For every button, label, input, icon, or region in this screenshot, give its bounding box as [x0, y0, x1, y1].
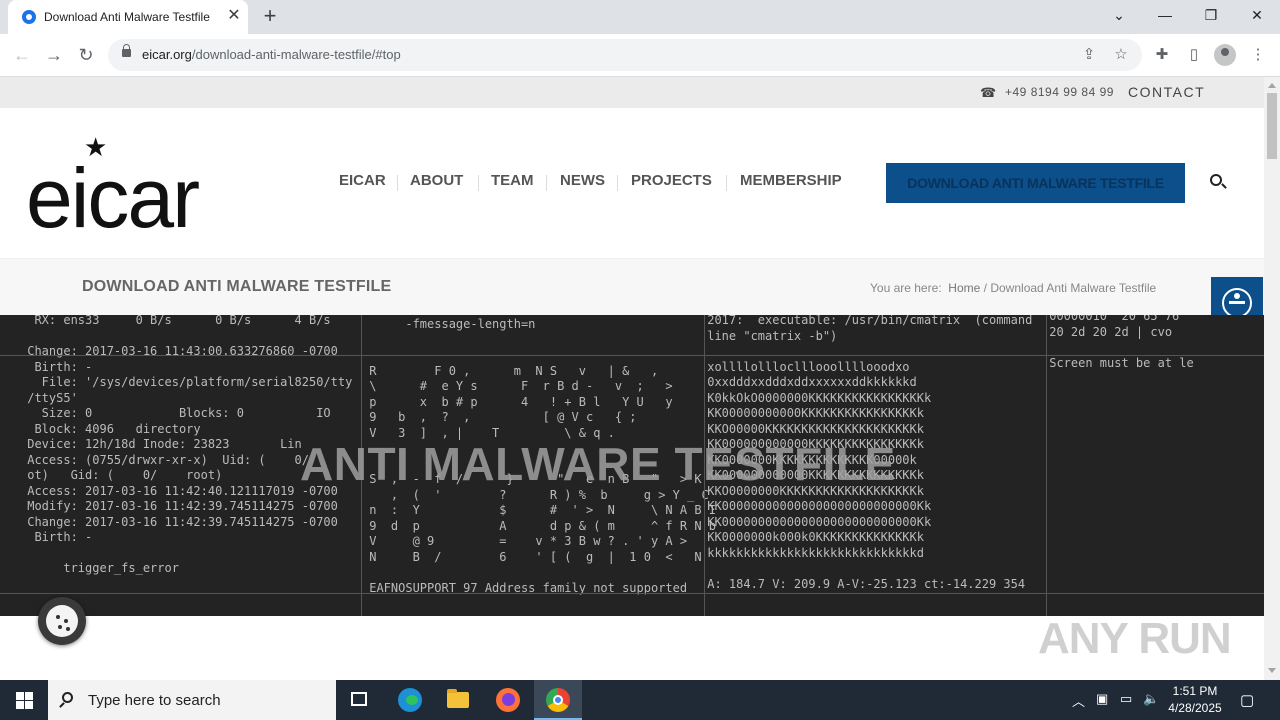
nav-divider — [478, 175, 479, 191]
taskbar-search-placeholder: Type here to search — [88, 692, 221, 709]
nav-divider — [726, 175, 727, 191]
scroll-down-icon[interactable] — [1268, 668, 1276, 673]
scroll-up-icon[interactable] — [1268, 83, 1276, 88]
side-panel-icon[interactable]: ▯ — [1182, 43, 1206, 67]
breadcrumb-home-link[interactable]: Home — [948, 281, 980, 295]
windows-taskbar: Type here to search ︿ ▣ ▭ 🔈 1:51 PM 4/28… — [0, 680, 1280, 720]
top-contact-bar: ☎ +49 8194 99 84 99 CONTACT — [0, 77, 1264, 108]
breadcrumb-current: Download Anti Malware Testfile — [990, 281, 1157, 295]
url-path: /download-anti-malware-testfile/#top — [191, 47, 401, 62]
bookmark-star-icon[interactable]: ☆ — [1112, 46, 1130, 64]
browser-tab[interactable]: Download Anti Malware Testfile ✕ — [8, 0, 248, 34]
site-logo[interactable]: eicar — [26, 150, 200, 247]
share-icon[interactable]: ⇪ — [1080, 46, 1098, 64]
anyrun-watermark: ANY RUN — [1038, 614, 1232, 663]
volume-icon[interactable]: 🔈 — [1143, 691, 1159, 707]
restore-button[interactable]: ❐ — [1188, 0, 1234, 30]
terminal-divider — [1046, 315, 1047, 616]
windows-start-icon[interactable] — [0, 680, 48, 720]
taskbar-clock[interactable]: 1:51 PM 4/28/2025 — [1160, 683, 1230, 717]
tab-title: Download Anti Malware Testfile — [44, 10, 210, 24]
phone-icon: ☎ — [980, 85, 997, 100]
site-header: ★ eicar EICAR ABOUT TEAM NEWS PROJECTS M… — [0, 108, 1264, 258]
tab-strip: Download Anti Malware Testfile ✕ + ⌄ — ❐… — [0, 0, 1280, 34]
nav-divider — [397, 175, 398, 191]
nav-about[interactable]: ABOUT — [410, 172, 463, 189]
breadcrumb-prefix: You are here: — [870, 281, 942, 295]
download-testfile-button[interactable]: DOWNLOAD ANTI MALWARE TESTFILE — [886, 163, 1185, 203]
url-text: eicar.org/download-anti-malware-testfile… — [142, 47, 401, 62]
browser-toolbar: ← → ↻ eicar.org/download-anti-malware-te… — [0, 34, 1280, 77]
search-icon[interactable] — [1210, 174, 1222, 186]
web-page: ☎ +49 8194 99 84 99 CONTACT ★ eicar EICA… — [0, 77, 1264, 680]
nav-membership[interactable]: MEMBERSHIP — [740, 172, 842, 189]
reload-icon[interactable]: ↻ — [74, 43, 98, 67]
tab-search-icon[interactable]: ⌄ — [1096, 0, 1142, 30]
cookie-settings-icon[interactable] — [38, 597, 86, 645]
close-window-button[interactable]: ✕ — [1234, 0, 1280, 30]
extensions-puzzle-icon[interactable]: ✚ — [1150, 43, 1174, 67]
chrome-menu-icon[interactable]: ⋮ — [1246, 43, 1270, 67]
terminal-divider — [0, 593, 1264, 594]
taskbar-search-icon — [62, 692, 73, 703]
file-explorer-icon[interactable] — [434, 680, 482, 720]
terminal-divider — [0, 355, 1264, 356]
phone-number[interactable]: +49 8194 99 84 99 — [1005, 85, 1114, 99]
address-bar[interactable]: eicar.org/download-anti-malware-testfile… — [108, 39, 1142, 71]
cookie-crumbs — [56, 615, 60, 619]
site-favicon-icon — [22, 10, 36, 24]
tab-close-icon[interactable]: ✕ — [224, 6, 244, 26]
nav-team[interactable]: TEAM — [491, 172, 534, 189]
network-device-icon[interactable]: ▣ — [1096, 691, 1108, 707]
terminal-text-far-right: 00000010 20 65 76 20 2d 20 2d | cvo Scre… — [1049, 315, 1194, 370]
firefox-icon[interactable] — [484, 680, 532, 720]
nav-projects[interactable]: PROJECTS — [631, 172, 712, 189]
nav-eicar[interactable]: EICAR — [339, 172, 386, 189]
contact-link[interactable]: CONTACT — [1128, 84, 1205, 100]
lock-icon[interactable] — [122, 44, 131, 57]
notifications-icon[interactable]: ▢ — [1240, 691, 1254, 709]
page-title: DOWNLOAD ANTI MALWARE TESTFILE — [82, 278, 392, 295]
edge-icon[interactable] — [386, 680, 434, 720]
breadcrumb-separator: / — [983, 281, 987, 295]
page-title-bar: DOWNLOAD ANTI MALWARE TESTFILE You are h… — [0, 258, 1264, 316]
new-tab-button[interactable]: + — [258, 5, 282, 29]
network-icon[interactable]: ▭ — [1120, 691, 1132, 707]
forward-arrow-icon[interactable]: → — [42, 43, 66, 67]
nav-divider — [617, 175, 618, 191]
hero-title: ANTI MALWARE TESTFILE — [300, 438, 896, 490]
profile-avatar-icon[interactable] — [1214, 44, 1236, 66]
task-view-icon[interactable] — [336, 680, 384, 720]
minimize-button[interactable]: — — [1142, 0, 1188, 30]
hero-banner: RX: ens33 0 B/s 0 B/s 4 B/s Change: 2017… — [0, 315, 1264, 616]
url-host: eicar.org — [142, 47, 192, 62]
back-arrow-icon[interactable]: ← — [10, 43, 34, 67]
nav-news[interactable]: NEWS — [560, 172, 605, 189]
accessibility-icon — [1222, 288, 1252, 318]
tray-chevron-icon[interactable]: ︿ — [1072, 691, 1085, 710]
clock-date: 4/28/2025 — [1168, 701, 1222, 715]
chrome-taskbar-icon[interactable] — [534, 680, 582, 720]
breadcrumb: You are here: Home / Download Anti Malwa… — [870, 281, 1156, 295]
scroll-thumb[interactable] — [1267, 93, 1277, 159]
nav-divider — [546, 175, 547, 191]
clock-time: 1:51 PM — [1172, 684, 1218, 698]
taskbar-search-box[interactable]: Type here to search — [48, 680, 336, 720]
page-scrollbar[interactable] — [1264, 77, 1280, 680]
